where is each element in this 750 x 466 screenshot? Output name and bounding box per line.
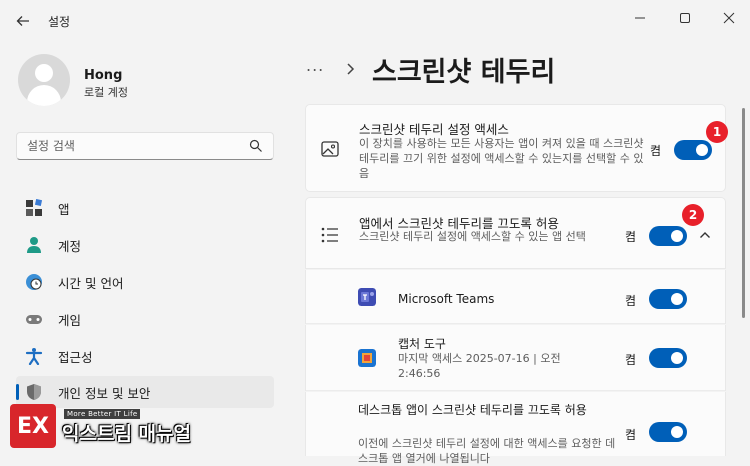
title-bar: 설정 [0, 0, 750, 40]
back-arrow-icon [16, 16, 29, 26]
watermark-tagline: More Better IT Life [64, 409, 141, 419]
back-button[interactable] [12, 10, 34, 32]
sidebar-item-privacy-security[interactable]: 개인 정보 및 보안 [16, 376, 274, 408]
toggle-state-label: 켬 [625, 428, 637, 442]
search-box[interactable] [16, 132, 274, 160]
avatar[interactable] [18, 54, 70, 106]
maximize-button[interactable] [667, 6, 703, 30]
apps-allow-toggle[interactable] [649, 226, 687, 246]
apps-icon [24, 198, 44, 218]
app-description: 이전에 스크린샷 테두리 설정에 대한 액세스를 요청한 데스크톱 앱 열거에 … [358, 437, 616, 465]
sidebar-item-apps[interactable]: 앱 [16, 192, 274, 224]
search-icon[interactable] [249, 139, 263, 153]
sidebar-item-accessibility[interactable]: 접근성 [16, 340, 274, 372]
watermark-name: 익스트림 매뉴얼 [62, 423, 191, 445]
sidebar-item-time-language[interactable]: 시간 및 언어 [16, 266, 274, 298]
page-title: 스크린샷 테두리 [372, 57, 556, 88]
sidebar-item-label: 개인 정보 및 보안 [58, 385, 151, 401]
image-icon [321, 141, 339, 157]
shield-icon [24, 382, 44, 402]
sidebar-item-label: 계정 [58, 238, 82, 254]
app-row-snipping-tool: 캡처 도구 마지막 액세스 2025-07-16 | 오전 2:46:56 켬 [305, 325, 726, 391]
desktop-apps-toggle[interactable] [649, 422, 687, 442]
chevron-right-icon [347, 63, 355, 75]
window-title: 설정 [48, 15, 71, 29]
sidebar-item-label: 게임 [58, 312, 82, 328]
accessibility-icon [24, 346, 44, 366]
time-language-icon [24, 272, 44, 292]
snipping-tool-toggle[interactable] [649, 348, 687, 368]
maximize-icon [680, 13, 690, 23]
account-icon [24, 235, 44, 255]
app-last-access: 마지막 액세스 2025-07-16 | 오전 2:46:56 [398, 352, 561, 380]
breadcrumb-more-button[interactable]: ... [306, 56, 324, 75]
toggle-state-label: 켬 [625, 353, 637, 367]
annotation-badge-1: 1 [706, 121, 728, 143]
annotation-badge-2: 2 [682, 204, 704, 226]
sidebar-item-label: 앱 [58, 201, 70, 217]
account-type: 로컬 계정 [84, 86, 128, 99]
snipping-tool-icon [358, 349, 376, 367]
search-input[interactable] [17, 133, 237, 159]
minimize-icon [635, 17, 645, 19]
sidebar-item-label: 접근성 [58, 349, 93, 365]
border-access-toggle[interactable] [674, 140, 712, 160]
user-name: Hong [84, 68, 123, 83]
watermark-logo: EX [10, 404, 56, 448]
app-name: 데스크톱 앱이 스크린샷 테두리를 끄도록 허용 [358, 403, 587, 417]
list-icon [321, 227, 338, 243]
close-button[interactable] [711, 6, 747, 30]
setting-description: 이 장치를 사용하는 모든 사용자는 앱이 켜져 있을 때 스크린샷 테두리를 … [359, 137, 644, 180]
close-icon [723, 12, 735, 24]
setting-card-border-access: 스크린샷 테두리 설정 액세스 이 장치를 사용하는 모든 사용자는 앱이 켜져… [305, 104, 726, 192]
sidebar-item-gaming[interactable]: 게임 [16, 303, 274, 335]
toggle-state-label: 켬 [625, 230, 637, 244]
teams-icon [358, 288, 376, 306]
minimize-button[interactable] [622, 6, 658, 30]
sidebar-item-accounts[interactable]: 계정 [16, 229, 274, 261]
toggle-state-label: 켬 [650, 144, 662, 158]
setting-card-apps-allow[interactable]: 앱에서 스크린샷 테두리를 끄도록 허용 스크린샷 테두리 설정에 액세스할 수… [305, 197, 726, 269]
active-indicator [16, 384, 19, 400]
app-row-desktop-apps: 데스크톱 앱이 스크린샷 테두리를 끄도록 허용 이전에 스크린샷 테두리 설정… [305, 392, 726, 465]
app-row-teams: Microsoft Teams 켬 [305, 270, 726, 324]
chevron-up-icon[interactable] [699, 230, 711, 240]
app-name: 캡처 도구 [398, 337, 446, 351]
sidebar-item-label: 시간 및 언어 [58, 275, 124, 291]
scrollbar[interactable] [742, 108, 745, 318]
app-name: Microsoft Teams [398, 292, 495, 306]
gaming-icon [24, 309, 44, 329]
setting-description: 스크린샷 테두리 설정에 액세스할 수 있는 앱 선택 [359, 230, 586, 243]
teams-toggle[interactable] [649, 289, 687, 309]
toggle-state-label: 켬 [625, 294, 637, 308]
